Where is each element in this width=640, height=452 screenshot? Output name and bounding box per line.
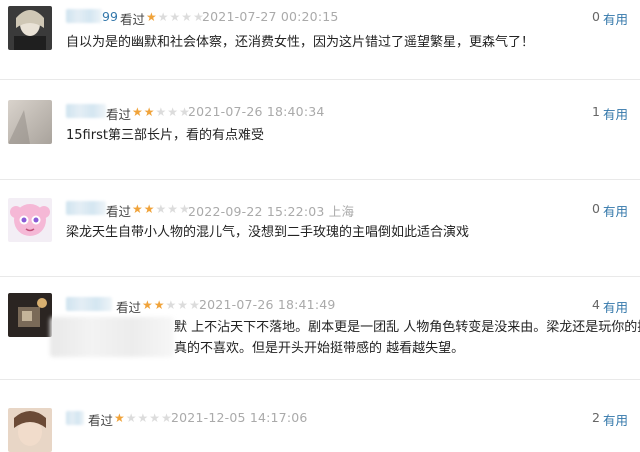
star-empty-icon: ★ <box>149 411 161 425</box>
star-empty-icon: ★ <box>165 298 177 312</box>
useful-button[interactable]: 有用 <box>603 9 628 28</box>
timestamp: 2022-09-22 15:22:03 上海 <box>188 201 354 220</box>
username-redacted <box>66 201 106 215</box>
watched-label: 看过 <box>106 107 132 122</box>
useful-count: 0 <box>592 9 600 24</box>
star-filled-icon: ★ <box>143 202 155 216</box>
review-item: 99 看过 ★ ★ ★ ★ ★ 2021-07-27 00:20:15 0 有用 自以为… <box>0 0 640 80</box>
comment-text-line-2: 真的不喜欢。但是开头开始挺带感的 越看越失望。 <box>174 341 465 356</box>
useful-button[interactable]: 有用 <box>603 410 628 429</box>
star-filled-icon: ★ <box>143 105 155 119</box>
star-filled-icon: ★ <box>142 298 153 312</box>
star-empty-icon: ★ <box>157 10 169 24</box>
avatar[interactable] <box>8 100 52 144</box>
watched-label: 看过 <box>106 204 132 219</box>
rating-stars: ★ ★ ★ ★ ★ <box>132 203 190 215</box>
star-empty-icon: ★ <box>137 411 149 425</box>
star-empty-icon: ★ <box>167 202 179 216</box>
username[interactable]: 99 <box>102 9 118 24</box>
star-filled-icon: ★ <box>114 411 125 425</box>
username-redacted <box>66 411 84 425</box>
timestamp: 2021-07-26 18:40:34 <box>188 104 325 119</box>
watched-label: 看过 <box>88 413 114 428</box>
timestamp: 2021-07-26 18:41:49 <box>199 297 336 312</box>
comment-text: 15first第三部长片，看的有点难受 <box>66 128 264 143</box>
star-empty-icon: ★ <box>181 10 193 24</box>
star-empty-icon: ★ <box>125 411 137 425</box>
timestamp: 2021-12-05 14:17:06 <box>171 410 308 425</box>
username-redacted <box>66 104 106 118</box>
useful-count: 2 <box>592 410 600 425</box>
star-filled-icon: ★ <box>153 298 165 312</box>
rating-stars: ★ ★ ★ ★ ★ <box>142 299 200 311</box>
comment-text-line-1: 默 上不沾天下不落地。剧本更是一团乱 人物角色转变是没来由。梁龙还是玩你的摇 <box>174 320 640 335</box>
timestamp-value: 2022-09-22 15:22:03 <box>188 204 325 219</box>
useful-count: 4 <box>592 297 600 312</box>
review-item: 看过 ★ ★ ★ ★ ★ 2021-07-26 18:40:34 1 有用 15firs… <box>0 80 640 180</box>
useful-button[interactable]: 有用 <box>603 297 628 316</box>
star-filled-icon: ★ <box>132 202 143 216</box>
useful-button[interactable]: 有用 <box>603 104 628 123</box>
timestamp: 2021-07-27 00:20:15 <box>202 9 339 24</box>
comment-text: 梁龙天生自带小人物的混儿气，没想到二手玫瑰的主唱倒如此适合演戏 <box>66 225 470 240</box>
rating-stars: ★ ★ ★ ★ ★ <box>114 412 172 424</box>
redacted-text <box>50 317 174 357</box>
rating-stars: ★ ★ ★ ★ ★ <box>146 11 204 23</box>
star-empty-icon: ★ <box>177 298 189 312</box>
useful-count: 0 <box>592 201 600 216</box>
avatar[interactable] <box>8 293 52 337</box>
star-empty-icon: ★ <box>155 105 167 119</box>
location: 上海 <box>328 204 355 219</box>
review-item: 看过 ★ ★ ★ ★ ★ 2021-12-05 14:17:06 2 有用 <box>0 380 640 452</box>
star-filled-icon: ★ <box>132 105 143 119</box>
username-redacted <box>66 297 112 311</box>
review-item: 看过 ★ ★ ★ ★ ★ 2021-07-26 18:41:49 4 有用 默 上不沾天… <box>0 277 640 380</box>
star-empty-icon: ★ <box>167 105 179 119</box>
useful-count: 1 <box>592 104 600 119</box>
comment-text: 自以为是的幽默和社会体察，还消费女性，因为这片错过了遥望繁星，更森气了！ <box>66 35 535 50</box>
review-item: 看过 ★ ★ ★ ★ ★ 2022-09-22 15:22:03 上海 0 有用 梁龙天… <box>0 180 640 277</box>
watched-label: 看过 <box>116 300 142 315</box>
avatar[interactable] <box>8 408 52 452</box>
useful-button[interactable]: 有用 <box>603 201 628 220</box>
username-redacted <box>66 9 102 23</box>
star-empty-icon: ★ <box>155 202 167 216</box>
watched-label: 看过 <box>120 12 146 27</box>
star-filled-icon: ★ <box>146 10 157 24</box>
avatar[interactable] <box>8 198 52 242</box>
avatar[interactable] <box>8 6 52 50</box>
star-empty-icon: ★ <box>169 10 181 24</box>
rating-stars: ★ ★ ★ ★ ★ <box>132 106 190 118</box>
